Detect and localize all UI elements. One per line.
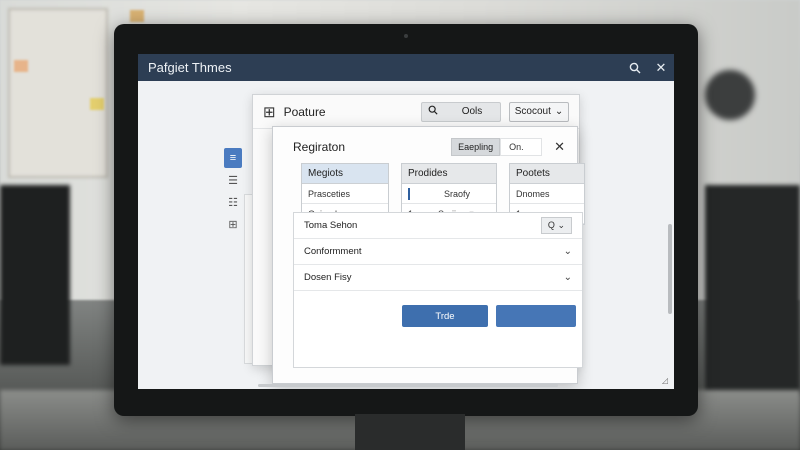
accordion-label: Dosen Fisy bbox=[304, 272, 352, 283]
background-monitor bbox=[705, 185, 800, 395]
resize-handle[interactable]: ◿ bbox=[662, 376, 668, 385]
section-button-label: Q bbox=[547, 220, 555, 230]
accordion-label: Conformment bbox=[304, 246, 362, 257]
text-caret bbox=[408, 187, 410, 200]
app-title: Pafgiet Thmes bbox=[148, 60, 232, 75]
desk-lamp bbox=[705, 70, 755, 120]
section-title: Toma Sehon bbox=[304, 220, 358, 231]
primary-button[interactable]: Trde bbox=[402, 305, 488, 327]
column-header[interactable]: Pootets bbox=[510, 164, 584, 184]
accordion-item[interactable]: Conformment ⌄ bbox=[294, 239, 582, 265]
table-cell[interactable]: Sraofy bbox=[402, 184, 496, 204]
details-panel: Toma Sehon Q ⌄ Conformment ⌄ Dosen Fisy … bbox=[293, 212, 583, 368]
chevron-down-icon: ⌄ bbox=[563, 246, 572, 257]
search-field[interactable]: Ools bbox=[421, 101, 501, 122]
sticky-note bbox=[14, 60, 28, 72]
grid-icon: ⊞ bbox=[263, 103, 276, 121]
column-header[interactable]: Megiots bbox=[302, 164, 388, 184]
list-icon[interactable]: ☰ bbox=[224, 170, 242, 190]
dialog-title: Regiraton bbox=[293, 140, 346, 154]
segment-option-a[interactable]: Eaepling bbox=[451, 138, 501, 156]
list-icon[interactable]: ☷ bbox=[224, 192, 242, 212]
titlebar: Pafgiet Thmes ✕ bbox=[138, 54, 674, 81]
wall-board bbox=[8, 8, 108, 178]
registration-dialog: Regiraton Eaepling On. ✕ Megiots Prascet… bbox=[272, 126, 585, 384]
segmented-control: Eaepling On. bbox=[451, 138, 543, 156]
sticky-note bbox=[90, 98, 104, 110]
grid-icon[interactable]: ⊞ bbox=[224, 214, 242, 234]
monitor: Pafgiet Thmes ✕ ≡ ☰ ☷ ⊞ ⊞ Poature Ools S… bbox=[114, 24, 698, 416]
left-toolbar: ≡ ☰ ☷ ⊞ bbox=[224, 148, 244, 234]
cell-label: Sraofy bbox=[444, 188, 471, 199]
doc-icon[interactable]: ≡ bbox=[224, 148, 242, 168]
horizontal-scrollbar[interactable] bbox=[258, 384, 558, 387]
section-dropdown[interactable]: Q ⌄ bbox=[540, 217, 572, 234]
search-icon bbox=[422, 105, 444, 118]
background-monitor bbox=[0, 185, 70, 365]
close-icon[interactable]: ✕ bbox=[554, 139, 565, 155]
sticky-note bbox=[130, 10, 144, 22]
camera-dot bbox=[404, 34, 408, 38]
chevron-down-icon: ⌄ bbox=[557, 220, 565, 230]
section-header: Toma Sehon Q ⌄ bbox=[294, 213, 582, 239]
chevron-down-icon: ⌄ bbox=[554, 106, 564, 117]
segment-option-b[interactable]: On. bbox=[500, 138, 543, 156]
column-header[interactable]: Prodides bbox=[402, 164, 496, 184]
secondary-button[interactable] bbox=[496, 305, 576, 327]
scope-select[interactable]: Scocout ⌄ bbox=[509, 101, 569, 122]
button-row: Trde bbox=[402, 305, 576, 327]
dialog-header: Regiraton Eaepling On. ✕ bbox=[273, 127, 577, 167]
screen: Pafgiet Thmes ✕ ≡ ☰ ☷ ⊞ ⊞ Poature Ools S… bbox=[138, 54, 674, 389]
table-cell[interactable]: Dnomes bbox=[510, 184, 584, 204]
scope-select-value: Scocout bbox=[514, 106, 551, 117]
background-window-title: Poature bbox=[283, 104, 326, 119]
vertical-scrollbar[interactable] bbox=[668, 224, 672, 314]
background-window-header: ⊞ Poature Ools Scocout ⌄ bbox=[253, 95, 579, 129]
chevron-down-icon: ⌄ bbox=[563, 272, 572, 283]
monitor-stand bbox=[355, 414, 465, 450]
search-icon[interactable] bbox=[622, 54, 648, 81]
table-cell[interactable]: Prasceties bbox=[302, 184, 388, 204]
search-label: Ools bbox=[461, 106, 483, 117]
accordion-item[interactable]: Dosen Fisy ⌄ bbox=[294, 265, 582, 291]
close-icon[interactable]: ✕ bbox=[648, 54, 674, 81]
